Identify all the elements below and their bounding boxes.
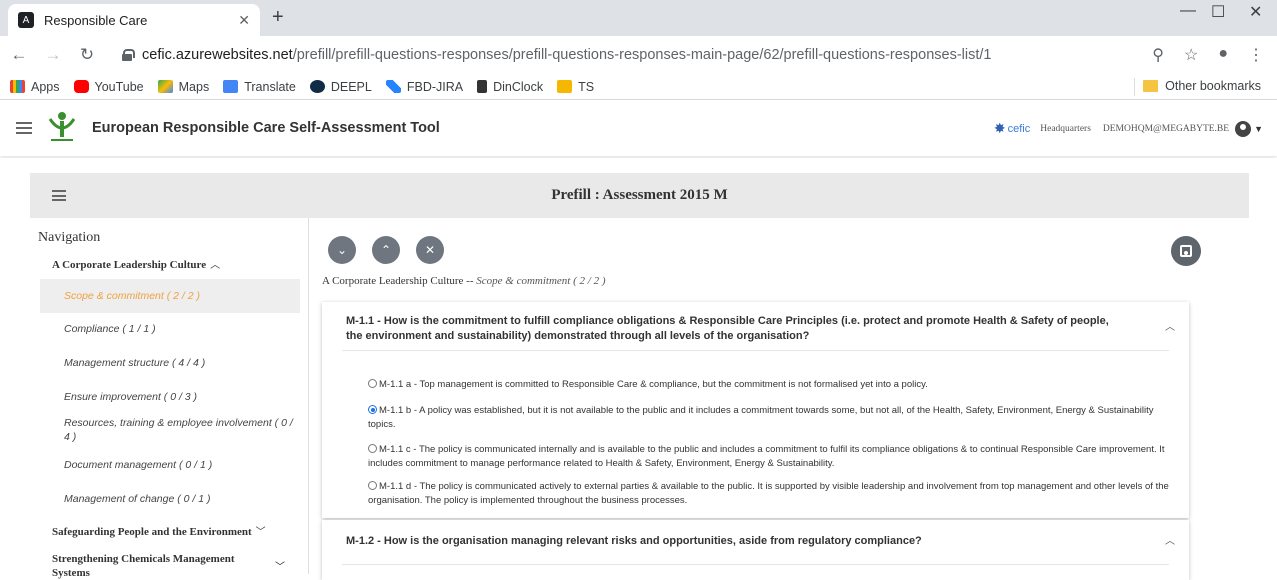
answer-option-c[interactable]: M-1.1 c - The policy is communicated int… (368, 443, 1180, 471)
save-icon (1180, 245, 1192, 257)
bookmark-fbd-jira[interactable]: FBD-JIRA (385, 80, 463, 94)
bookmark-maps[interactable]: Maps (157, 80, 209, 94)
collapse-all-button[interactable]: ⌃ (372, 236, 400, 264)
translate-icon (223, 80, 239, 93)
sidebar-item-resources-training[interactable]: Resources, training & employee involveme… (40, 416, 300, 444)
sidebar-item-scope-commitment[interactable]: Scope & commitment ( 2 / 2 ) (40, 279, 300, 313)
chevron-down-icon: ﹀ (255, 527, 266, 538)
reload-icon[interactable]: ↻ (76, 45, 98, 65)
radio-button-selected[interactable] (368, 405, 377, 414)
chevron-up-icon[interactable]: ︿ (1165, 532, 1175, 547)
header-user-area: ✸ cefic Headquarters DEMOHQM@MEGABYTE.BE … (994, 120, 1263, 137)
bookmark-youtube[interactable]: YouTube (73, 80, 144, 94)
radio-button[interactable] (368, 481, 377, 490)
breadcrumb: A Corporate Leadership Culture -- Scope … (322, 275, 606, 287)
browser-tab-bar: A Responsible Care ✕ + — ☐ ✕ (0, 0, 1277, 36)
navigation-heading: Navigation (38, 230, 101, 245)
sidebar-section-safeguarding[interactable]: Safeguarding People and the Environment ﹀ (52, 523, 266, 538)
divider (342, 564, 1169, 565)
apps-grid-icon (10, 80, 25, 93)
bookmark-ts[interactable]: TS (557, 80, 594, 94)
bookmarks-divider (1134, 78, 1135, 96)
folder-icon (1143, 80, 1159, 92)
sidebar-item-management-structure[interactable]: Management structure ( 4 / 4 ) (40, 356, 300, 370)
menu-dots-icon[interactable]: ⋮ (1248, 45, 1264, 65)
bookmark-star-icon[interactable]: ☆ (1184, 45, 1198, 65)
caret-down-icon[interactable]: ▼ (1254, 124, 1263, 134)
question-card-m-1-2: M-1.2 - How is the organisation managing… (322, 520, 1189, 580)
user-account-icon[interactable] (1235, 120, 1252, 137)
minimize-icon[interactable]: — (1180, 2, 1196, 20)
organisation-label: Headquarters (1040, 123, 1091, 134)
sidebar-item-compliance[interactable]: Compliance ( 1 / 1 ) (40, 322, 300, 336)
navigation-sidebar: Navigation A Corporate Leadership Cultur… (30, 218, 309, 579)
chevron-down-icon[interactable]: ﹀ (275, 558, 285, 573)
hamburger-menu-icon[interactable] (16, 122, 32, 134)
forward-icon[interactable]: → (42, 45, 64, 65)
tab-close-icon[interactable]: ✕ (238, 12, 250, 29)
cefic-logo: ✸ cefic (993, 120, 1031, 136)
question-text: M-1.1 - How is the commitment to fulfill… (346, 315, 1109, 342)
chevron-up-icon[interactable]: ︿ (1165, 318, 1175, 333)
app-header: European Responsible Care Self-Assessmen… (0, 100, 1277, 156)
radio-button[interactable] (368, 379, 377, 388)
zoom-icon[interactable]: ⚲ (1152, 45, 1164, 65)
sidebar-section-chemicals[interactable]: Strengthening Chemicals Management Syste… (52, 552, 272, 580)
url-field[interactable]: cefic.azurewebsites.net/prefill/prefill-… (122, 41, 1272, 69)
new-tab-icon[interactable]: + (272, 6, 284, 29)
divider (342, 350, 1169, 351)
lock-icon (122, 49, 135, 61)
back-icon[interactable]: ← (8, 45, 30, 65)
main-content: ⌄ ⌃ ✕ A Corporate Leadership Culture -- … (310, 218, 1277, 580)
tab-title: Responsible Care (44, 12, 148, 28)
chevron-up-icon: ⌃ (380, 243, 392, 257)
browser-tab[interactable]: A Responsible Care ✕ (8, 4, 260, 36)
panel-title: Prefill : Assessment 2015 M (551, 187, 728, 203)
responsible-care-logo (48, 112, 76, 141)
profile-icon[interactable]: ● (1218, 45, 1228, 65)
hourglass-icon (477, 80, 488, 93)
panel-header: Prefill : Assessment 2015 M (30, 173, 1249, 218)
other-bookmarks[interactable]: Other bookmarks (1143, 79, 1261, 93)
question-text[interactable]: M-1.2 - How is the organisation managing… (346, 534, 1126, 549)
user-email: DEMOHQM@MEGABYTE.BE (1102, 123, 1230, 134)
answer-option-a[interactable]: M-1.1 a - Top management is committed to… (368, 378, 1180, 392)
app-title: European Responsible Care Self-Assessmen… (92, 120, 440, 136)
sidebar-section-leadership[interactable]: A Corporate Leadership Culture ︿ (52, 256, 220, 271)
answer-option-b[interactable]: M-1.1 b - A policy was established, but … (368, 404, 1180, 432)
cefic-star-icon: ✸ (993, 120, 1006, 136)
sidebar-item-management-of-change[interactable]: Management of change ( 0 / 1 ) (40, 492, 300, 506)
youtube-icon (73, 80, 89, 93)
address-bar-row: ← → ↻ cefic.azurewebsites.net/prefill/pr… (0, 36, 1277, 74)
save-button[interactable] (1171, 236, 1201, 266)
bookmarks-bar: Apps YouTube Maps Translate DEEPL FBD-JI… (0, 74, 1277, 100)
bookmark-apps[interactable]: Apps (10, 80, 60, 94)
expand-all-button[interactable]: ⌄ (328, 236, 356, 264)
answer-option-d[interactable]: M-1.1 d - The policy is communicated act… (368, 480, 1180, 508)
window-close-icon[interactable]: ✕ (1249, 2, 1262, 22)
bookmark-translate[interactable]: Translate (223, 80, 296, 94)
chevron-down-icon: ⌄ (336, 243, 348, 257)
sidebar-item-document-management[interactable]: Document management ( 0 / 1 ) (40, 458, 300, 472)
url-text: cefic.azurewebsites.net/prefill/prefill-… (142, 47, 992, 63)
radio-button[interactable] (368, 444, 377, 453)
ts-icon (557, 80, 573, 93)
sidebar-item-ensure-improvement[interactable]: Ensure improvement ( 0 / 3 ) (40, 390, 300, 404)
close-icon: ✕ (424, 243, 436, 257)
chevron-up-icon: ︿ (210, 260, 221, 271)
angular-favicon-icon: A (18, 12, 34, 28)
maximize-icon[interactable]: ☐ (1211, 2, 1225, 22)
close-button[interactable]: ✕ (416, 236, 444, 264)
maps-icon (157, 80, 173, 93)
bookmark-deepl[interactable]: DEEPL (309, 80, 372, 94)
bookmark-dinclock[interactable]: DinClock (477, 80, 543, 94)
deepl-icon (309, 80, 325, 93)
jira-icon (385, 80, 401, 93)
